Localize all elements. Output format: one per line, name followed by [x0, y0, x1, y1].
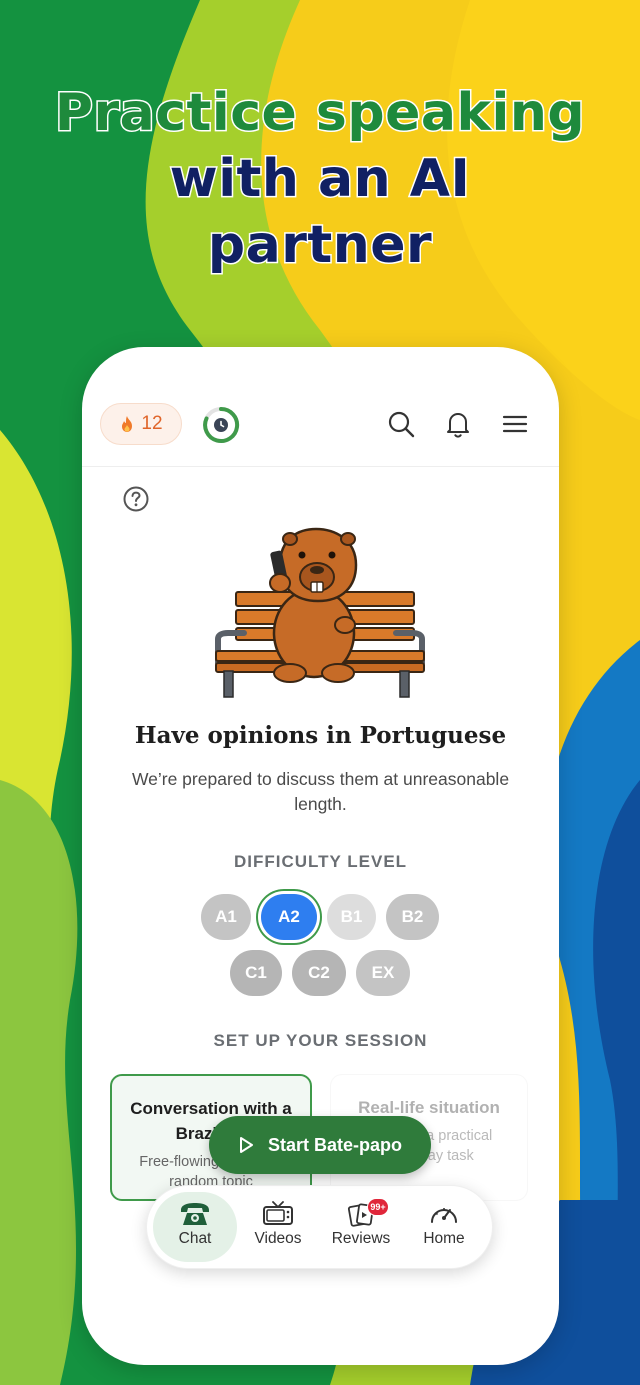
nav-chat[interactable]: Chat: [153, 1192, 237, 1262]
lesson-title: Have opinions in Portuguese: [134, 722, 507, 749]
session-setup-label: SET UP YOUR SESSION: [213, 1031, 428, 1050]
search-icon[interactable]: [386, 409, 416, 439]
headline-line-2: with an AI: [168, 148, 471, 211]
streak-badge[interactable]: 12: [100, 403, 182, 445]
bottom-nav: Chat Videos 99+ Reviews Home: [146, 1185, 493, 1269]
streak-count: 12: [141, 413, 163, 434]
headline-line-1: Practice speaking: [53, 82, 586, 145]
nav-reviews-label: Reviews: [331, 1230, 391, 1247]
nav-videos[interactable]: Videos: [236, 1192, 320, 1262]
phone-screen: 12 Have opinions in Portuguese We’re pre…: [82, 347, 559, 1365]
speedometer-icon: [431, 1208, 457, 1223]
headline-line-3: partner: [206, 214, 433, 277]
level-a2-button[interactable]: A2: [261, 894, 317, 940]
level-b1-button[interactable]: B1: [327, 894, 376, 940]
lesson-subtitle: We’re prepared to discuss them at unreas…: [131, 769, 510, 814]
help-icon[interactable]: [122, 485, 150, 513]
nav-reviews[interactable]: 99+ Reviews: [319, 1192, 403, 1262]
promo-headline: Practice speaking with an AI partner: [0, 80, 640, 278]
level-c1-button[interactable]: C1: [230, 950, 282, 996]
start-button-label: Start Bate-papo: [267, 1134, 402, 1155]
telephone-icon: [181, 1203, 209, 1225]
bell-icon[interactable]: [443, 409, 473, 439]
nav-home[interactable]: Home: [402, 1192, 486, 1262]
capybara-bench-illustration: [215, 527, 425, 698]
top-bar: 12: [82, 347, 559, 467]
flame-icon: [122, 416, 133, 432]
tv-icon: [263, 1201, 293, 1225]
level-a1-button[interactable]: A1: [201, 894, 251, 940]
difficulty-level-label: DIFFICULTY LEVEL: [233, 852, 408, 871]
level-b2-button[interactable]: B2: [386, 894, 439, 940]
level-ex-button[interactable]: EX: [356, 950, 410, 996]
reviews-count-badge: 99+: [367, 1198, 389, 1216]
session-timer-icon[interactable]: [202, 406, 240, 444]
level-c2-button[interactable]: C2: [292, 950, 346, 996]
nav-chat-label: Chat: [178, 1230, 212, 1247]
play-icon: [239, 1137, 253, 1153]
nav-home-label: Home: [423, 1230, 465, 1247]
menu-icon[interactable]: [500, 409, 530, 439]
start-bate-papo-button[interactable]: Start Bate-papo: [209, 1116, 431, 1174]
nav-videos-label: Videos: [254, 1230, 302, 1247]
